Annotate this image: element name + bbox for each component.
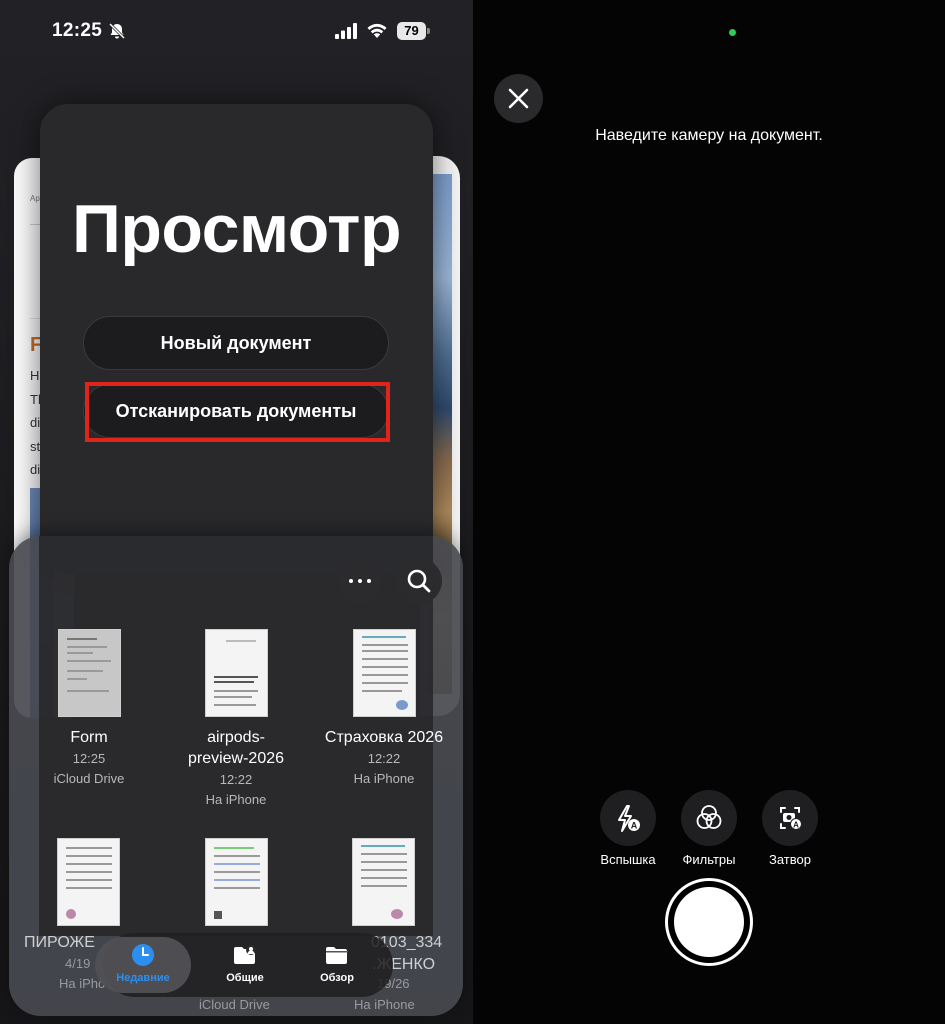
preview-app-screen: 12:25 79 Ap F H Th di st di Просмотр Нов… xyxy=(0,0,473,1024)
shutter-button[interactable] xyxy=(665,878,753,966)
close-icon xyxy=(508,88,529,109)
file-item-insurance-2026[interactable]: Страховка 2026 12:22 На iPhone xyxy=(309,629,459,789)
file-thumbnail xyxy=(352,629,416,717)
file-name-partial: ПИРОЖЕ xyxy=(24,934,95,951)
silent-mode-icon xyxy=(108,22,126,40)
search-button[interactable] xyxy=(396,558,442,604)
battery-level: 79 xyxy=(397,22,426,40)
flash-button[interactable]: A xyxy=(600,790,656,846)
file-time: 12:22 xyxy=(367,751,401,766)
scan-documents-button[interactable]: Отсканировать документы xyxy=(83,384,389,438)
cellular-signal-icon xyxy=(335,23,357,39)
file-thumbnail-row2-left[interactable] xyxy=(57,838,120,926)
status-time: 12:25 xyxy=(52,20,103,41)
file-item-airpods-preview-2026[interactable]: airpods- preview-2026 12:22 На iPhone xyxy=(161,629,311,810)
new-document-button[interactable]: Новый документ xyxy=(83,316,389,370)
tab-shared[interactable]: Общие xyxy=(197,937,293,993)
close-button[interactable] xyxy=(494,74,543,123)
svg-text:A: A xyxy=(793,820,799,829)
document-camera-screen: Наведите камеру на документ. A Вспышка Ф… xyxy=(473,0,945,1024)
file-date-partial: 4/19 xyxy=(65,956,91,971)
search-icon xyxy=(407,569,431,593)
svg-text:A: A xyxy=(631,821,638,831)
battery-icon: 79 xyxy=(397,22,430,40)
file-location: На iPhone xyxy=(205,792,267,807)
status-bar: 12:25 79 xyxy=(0,0,473,64)
clock-icon xyxy=(132,944,154,966)
tab-browse[interactable]: Обзор xyxy=(289,937,385,993)
shared-folder-icon xyxy=(234,945,256,964)
more-options-button[interactable] xyxy=(337,558,383,604)
file-thumbnail xyxy=(204,629,268,717)
filters-button[interactable] xyxy=(681,790,737,846)
filters-icon xyxy=(696,805,722,829)
file-name: airpods- preview-2026 xyxy=(187,729,285,767)
file-location-partial: iCloud Drive xyxy=(199,997,270,1012)
auto-shutter-icon: A xyxy=(780,807,802,830)
file-thumbnail-row2-middle[interactable] xyxy=(205,838,268,926)
tab-recents[interactable]: Недавние xyxy=(95,937,191,993)
files-browser-panel: Form 12:25 iCloud Drive airpods- preview… xyxy=(9,536,463,1016)
file-thumbnail xyxy=(57,629,121,717)
file-location: На iPhone xyxy=(353,771,415,786)
preview-launch-card: Просмотр Новый документ Отсканировать до… xyxy=(40,104,433,574)
app-title: Просмотр xyxy=(72,191,401,267)
camera-in-use-indicator xyxy=(729,29,736,36)
file-name: Form xyxy=(70,729,108,746)
auto-shutter-label: Затвор xyxy=(769,852,811,867)
file-thumbnail-row2-right[interactable] xyxy=(352,838,415,926)
shutter-inner xyxy=(674,887,744,957)
camera-hint: Наведите камеру на документ. xyxy=(595,127,823,144)
folder-icon xyxy=(326,947,348,964)
file-location: iCloud Drive xyxy=(53,771,125,786)
auto-shutter-button[interactable]: A xyxy=(762,790,818,846)
file-time: 12:22 xyxy=(219,772,253,787)
flash-auto-icon: A xyxy=(618,805,640,832)
file-name: Страховка 2026 xyxy=(324,729,444,746)
file-item-form[interactable]: Form 12:25 iCloud Drive xyxy=(14,629,164,789)
files-tab-bar: Недавние Общие Обзор xyxy=(95,933,393,997)
wifi-icon xyxy=(367,23,387,38)
ellipsis-icon xyxy=(349,579,371,583)
file-location-partial: На iPhone xyxy=(354,997,415,1012)
file-time: 12:25 xyxy=(72,751,106,766)
